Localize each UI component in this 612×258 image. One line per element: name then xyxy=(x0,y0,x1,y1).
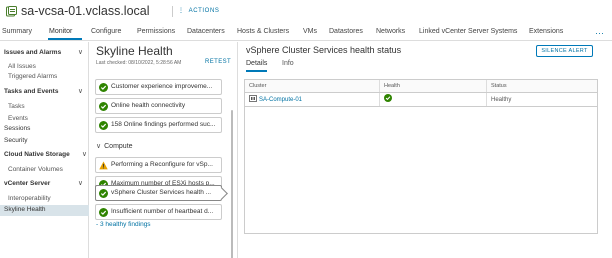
nav-label: Skyline Health xyxy=(4,206,46,213)
object-tabs: Summary Monitor Configure Permissions Da… xyxy=(0,26,612,41)
warning-triangle-icon xyxy=(99,161,108,170)
nav-item-tasks[interactable]: Tasks xyxy=(0,102,89,112)
active-tab-indicator xyxy=(48,38,82,40)
tab-datastores[interactable]: Datastores xyxy=(329,28,363,35)
more-tabs-button[interactable]: ··· xyxy=(595,28,604,38)
tab-summary[interactable]: Summary xyxy=(2,28,32,35)
finding-label: vSphere Cluster Services health ... xyxy=(111,189,212,196)
list-scrollbar[interactable] xyxy=(231,110,233,258)
title-divider xyxy=(172,6,173,17)
detail-title: vSphere Cluster Services health status xyxy=(246,45,402,55)
healthy-findings-link[interactable]: - 3 healthy findings xyxy=(96,221,151,228)
nav-label: All Issues xyxy=(8,63,36,70)
finding-item[interactable]: Customer experience improveme... xyxy=(95,79,222,95)
cluster-cell: SA-Compute-01 xyxy=(245,93,379,106)
actions-menu-button[interactable]: ⋮ ACTIONS xyxy=(178,7,219,14)
nav-label: vCenter Server xyxy=(4,180,51,187)
nav-item-skyline-health[interactable]: Skyline Health xyxy=(0,205,89,216)
nav-label: Interoperability xyxy=(8,195,51,202)
active-subtab-indicator xyxy=(246,70,267,72)
tab-monitor[interactable]: Monitor xyxy=(49,28,72,35)
actions-label: ACTIONS xyxy=(188,8,220,14)
nav-item-triggered-alarms[interactable]: Triggered Alarms xyxy=(0,72,89,82)
nav-item-security[interactable]: Security xyxy=(0,136,89,146)
tab-vms[interactable]: VMs xyxy=(303,28,317,35)
column-header-health[interactable]: Health xyxy=(379,80,486,92)
tab-networks[interactable]: Networks xyxy=(376,28,405,35)
finding-detail-panel: vSphere Cluster Services health status S… xyxy=(239,42,612,258)
finding-item[interactable]: Performing a Reconfigure for vSp... xyxy=(95,157,222,173)
subtab-info[interactable]: Info xyxy=(282,60,294,67)
tab-configure[interactable]: Configure xyxy=(91,28,121,35)
nav-label: Issues and Alarms xyxy=(4,49,62,56)
cluster-health-table: Cluster Health Status SA-Compute-01 Heal… xyxy=(244,79,598,234)
nav-label: Cloud Native Storage xyxy=(4,151,70,158)
check-circle-icon xyxy=(99,83,108,92)
page-title: Skyline Health xyxy=(96,44,173,58)
nav-group-vcenter-server[interactable]: vCenter Server ∨ xyxy=(0,179,89,189)
chevron-down-icon: ∨ xyxy=(77,88,83,95)
tab-hosts-clusters[interactable]: Hosts & Clusters xyxy=(237,28,289,35)
check-circle-icon xyxy=(99,189,108,198)
table-row: SA-Compute-01 Healthy xyxy=(245,93,597,107)
chevron-down-icon: ∨ xyxy=(96,143,102,150)
finding-label: 158 Online findings performed suc... xyxy=(111,121,216,128)
nav-item-sessions[interactable]: Sessions xyxy=(0,124,89,134)
cluster-icon xyxy=(249,95,257,102)
nav-item-events[interactable]: Events xyxy=(0,114,89,124)
tab-extensions[interactable]: Extensions xyxy=(529,28,563,35)
nav-label: Sessions xyxy=(4,125,31,132)
chevron-down-icon: ∨ xyxy=(77,49,83,56)
nav-group-tasks-events[interactable]: Tasks and Events ∨ xyxy=(0,87,89,97)
subtab-details[interactable]: Details xyxy=(246,60,267,67)
nav-item-all-issues[interactable]: All Issues xyxy=(0,62,89,72)
nav-label: Triggered Alarms xyxy=(8,73,58,80)
cluster-link[interactable]: SA-Compute-01 xyxy=(259,97,302,103)
finding-item[interactable]: 158 Online findings performed suc... xyxy=(95,117,222,133)
nav-item-container-volumes[interactable]: Container Volumes xyxy=(0,165,89,175)
nav-label: Container Volumes xyxy=(8,166,63,173)
monitor-sidebar: Issues and Alarms ∨ All Issues Triggered… xyxy=(0,42,89,258)
tab-linked-vcenter[interactable]: Linked vCenter Server Systems xyxy=(419,28,517,35)
skyline-health-panel: Skyline Health Last checked: 08/10/2022,… xyxy=(90,42,238,258)
finding-label: Customer experience improveme... xyxy=(111,83,213,90)
check-circle-icon xyxy=(99,208,108,217)
finding-label: Performing a Reconfigure for vSp... xyxy=(111,161,213,168)
nav-label: Events xyxy=(8,115,28,122)
nav-group-issues-alarms[interactable]: Issues and Alarms ∨ xyxy=(0,48,89,58)
compute-section-toggle[interactable]: ∨ Compute xyxy=(96,142,133,150)
column-header-cluster[interactable]: Cluster xyxy=(245,80,379,92)
nav-group-cloud-native-storage[interactable]: Cloud Native Storage ∨ xyxy=(0,150,89,160)
check-circle-icon xyxy=(99,121,108,130)
finding-item[interactable]: Insufficient number of heartbeat d... xyxy=(95,204,222,220)
object-header: sa-vcsa-01.vclass.local ⋮ ACTIONS Summary… xyxy=(0,0,612,41)
check-circle-icon xyxy=(99,102,108,111)
nav-label: Tasks and Events xyxy=(4,88,59,95)
silence-alert-button[interactable]: SILENCE ALERT xyxy=(536,45,593,57)
table-header-row: Cluster Health Status xyxy=(245,80,597,93)
chevron-down-icon: ∨ xyxy=(77,180,83,187)
nav-item-interoperability[interactable]: Interoperability xyxy=(0,194,89,204)
check-circle-icon xyxy=(384,94,392,102)
nav-label: Tasks xyxy=(8,103,25,110)
actions-separator: ⋮ xyxy=(178,8,185,14)
table-empty-area xyxy=(245,107,597,233)
retest-button[interactable]: RETEST xyxy=(205,59,231,65)
health-cell xyxy=(379,93,486,106)
finding-item-selected[interactable]: vSphere Cluster Services health ... xyxy=(95,185,222,201)
tab-permissions[interactable]: Permissions xyxy=(137,28,175,35)
section-label: Compute xyxy=(104,143,133,150)
status-cell: Healthy xyxy=(486,93,599,106)
nav-label: Security xyxy=(4,137,28,144)
object-title: sa-vcsa-01.vclass.local xyxy=(21,4,150,18)
finding-label: Online health connectivity xyxy=(111,102,186,109)
vcenter-server-icon xyxy=(6,6,17,17)
finding-item[interactable]: Online health connectivity xyxy=(95,98,222,114)
chevron-down-icon: ∨ xyxy=(81,151,87,158)
finding-label: Insufficient number of heartbeat d... xyxy=(111,208,214,215)
tab-datacenters[interactable]: Datacenters xyxy=(187,28,225,35)
column-header-status[interactable]: Status xyxy=(486,80,599,92)
last-checked-timestamp: Last checked: 08/10/2022, 5:28:56 AM xyxy=(96,60,182,66)
